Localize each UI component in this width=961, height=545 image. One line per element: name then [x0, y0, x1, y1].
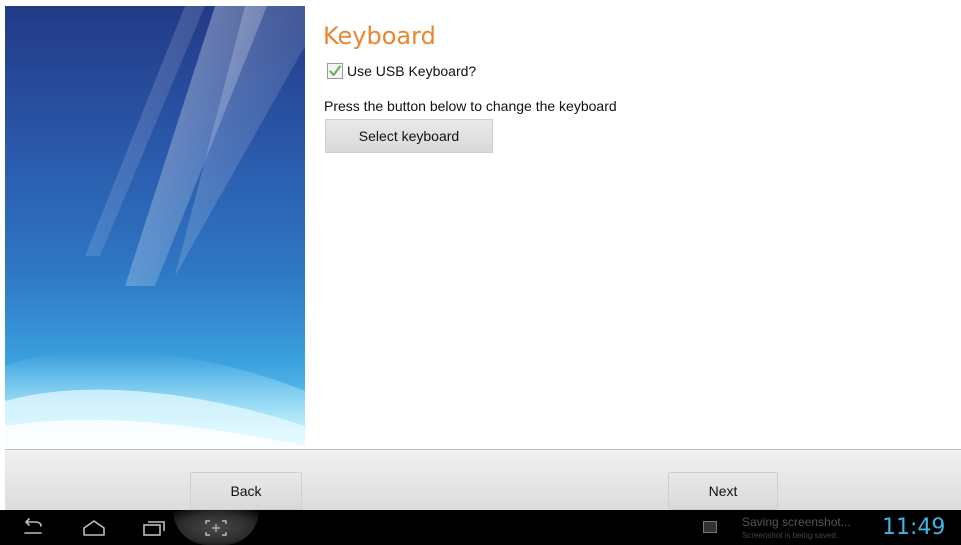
usb-keyboard-label: Use USB Keyboard?: [347, 63, 477, 79]
checkmark-icon: [329, 65, 341, 76]
next-button[interactable]: Next: [668, 472, 778, 510]
setup-screen: Keyboard Use USB Keyboard? Press the but…: [0, 0, 961, 545]
recent-apps-icon[interactable]: [141, 518, 167, 538]
notification-title: Saving screenshot...: [742, 515, 851, 529]
clock: 11:49: [882, 515, 946, 540]
select-keyboard-button[interactable]: Select keyboard: [325, 119, 493, 153]
system-nav-bar: Saving screenshot... Screenshot is being…: [0, 510, 961, 545]
hero-image: [5, 6, 305, 449]
usb-keyboard-option[interactable]: Use USB Keyboard?: [327, 60, 476, 82]
wizard-footer: Back Next: [5, 449, 961, 511]
usb-keyboard-checkbox[interactable]: [327, 63, 343, 79]
image-thumbnail-icon: [703, 521, 717, 533]
back-icon[interactable]: [21, 518, 47, 538]
notification-subtitle: Screenshot is being saved.: [742, 531, 839, 540]
screenshot-icon[interactable]: [203, 518, 229, 538]
instruction-text: Press the button below to change the key…: [324, 98, 617, 114]
home-icon[interactable]: [81, 518, 107, 538]
page-title: Keyboard: [323, 22, 436, 50]
back-button[interactable]: Back: [190, 472, 302, 510]
